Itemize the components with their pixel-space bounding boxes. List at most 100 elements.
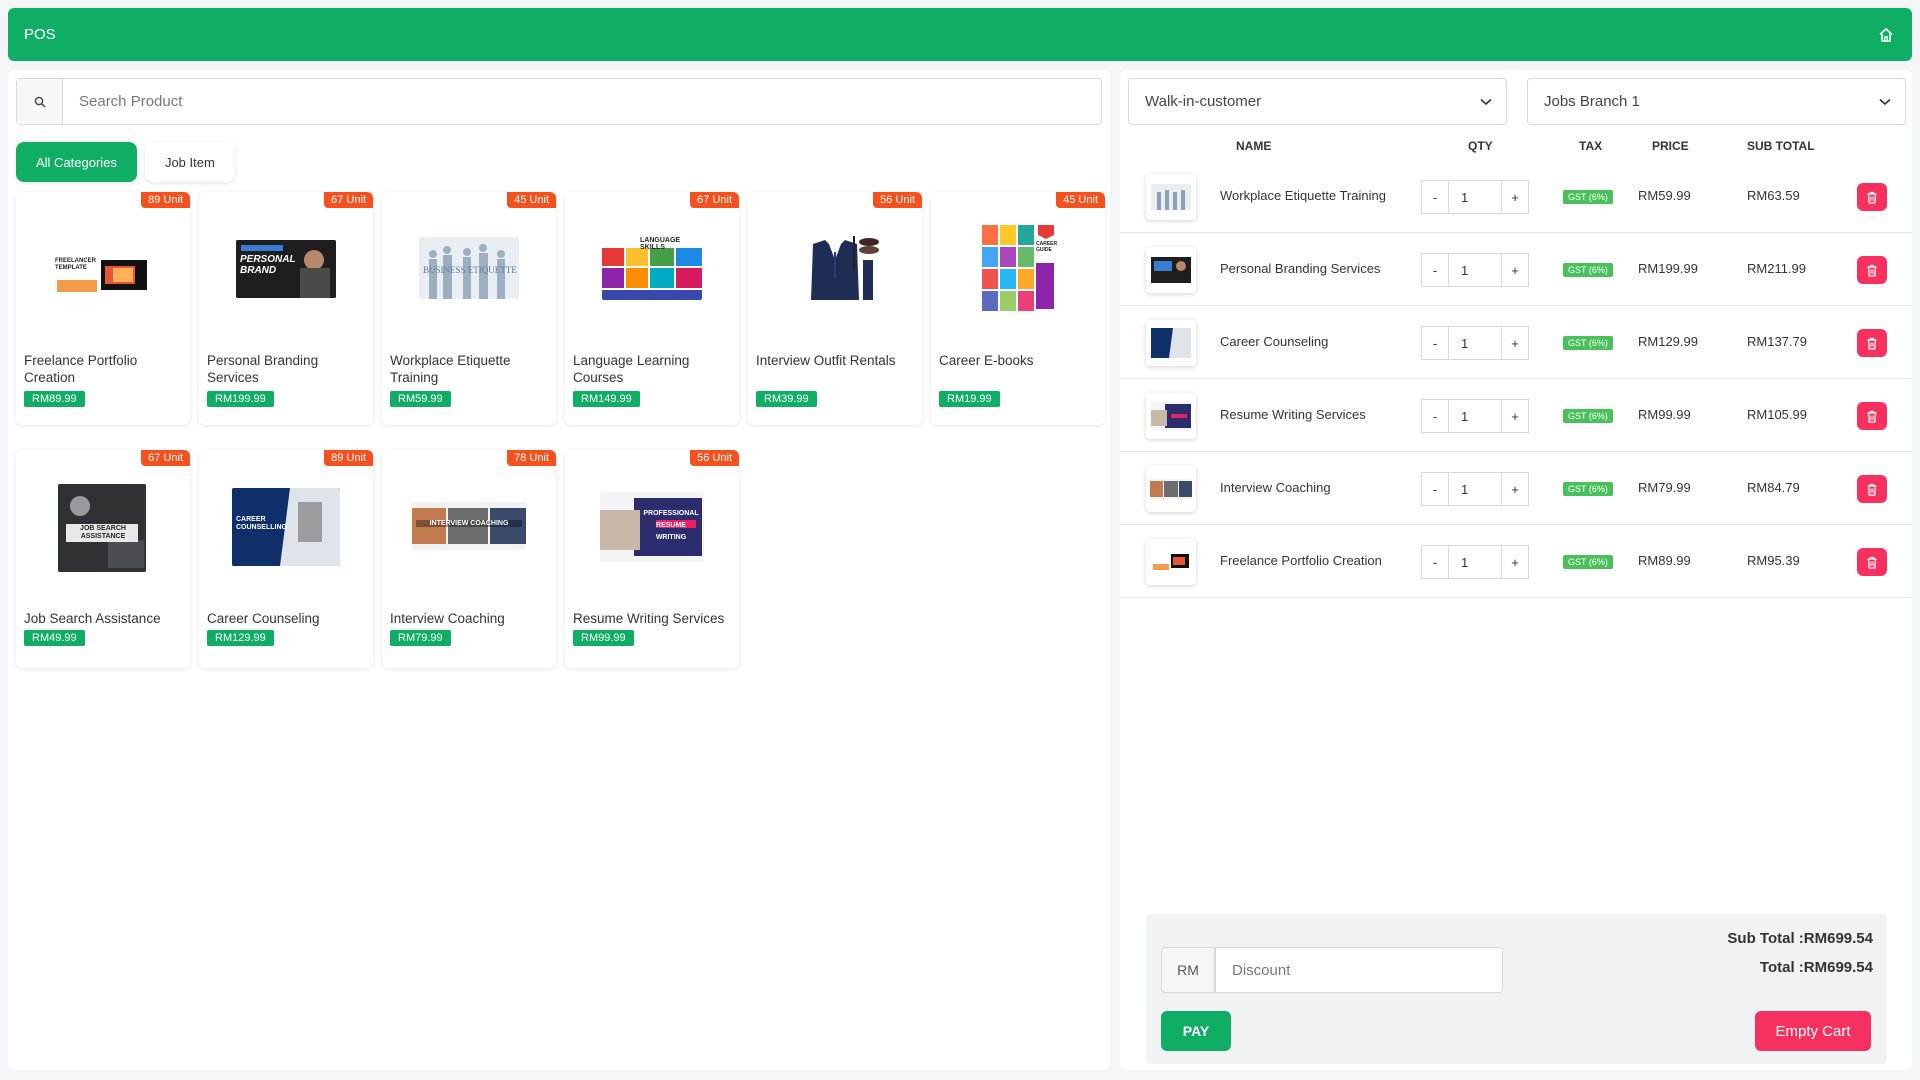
- customer-value: Walk-in-customer: [1145, 93, 1262, 110]
- customer-select[interactable]: Walk-in-customer: [1128, 78, 1507, 125]
- product-card[interactable]: 89 Unit FREELANCER TEMPLATE Freelance Po…: [16, 192, 190, 425]
- trash-icon[interactable]: [1857, 183, 1887, 211]
- category-tabs: All Categories Job Item: [16, 142, 235, 182]
- quantity-input[interactable]: 1: [1449, 545, 1501, 579]
- cart-item-price: RM79.99: [1638, 480, 1691, 495]
- cart-item-thumbnail: [1146, 466, 1196, 512]
- product-price: RM89.99: [24, 391, 85, 407]
- quantity-input[interactable]: 1: [1449, 472, 1501, 506]
- product-card[interactable]: 89 Unit CAREER COUNSELLING Career Counse…: [199, 450, 373, 668]
- search-bar: [16, 78, 1102, 125]
- thumbnail-text: PERSONAL BRAND: [240, 254, 296, 276]
- header-name: NAME: [1236, 139, 1272, 153]
- product-thumbnail: LANGUAGE SKILLS: [602, 236, 702, 300]
- increase-button[interactable]: +: [1501, 326, 1529, 360]
- product-thumbnail: BUSINESS ETIQUETTE: [419, 237, 519, 299]
- thumbnail-text: CAREER COUNSELLING: [236, 516, 287, 531]
- increase-button[interactable]: +: [1501, 180, 1529, 214]
- home-icon[interactable]: [1876, 25, 1896, 45]
- category-all[interactable]: All Categories: [16, 142, 137, 182]
- quantity-input[interactable]: 1: [1449, 399, 1501, 433]
- decrease-button[interactable]: -: [1421, 253, 1449, 287]
- branch-select[interactable]: Jobs Branch 1: [1527, 78, 1906, 125]
- quantity-input[interactable]: 1: [1449, 253, 1501, 287]
- quantity-stepper: - 1 +: [1421, 545, 1529, 579]
- header-qty: QTY: [1468, 139, 1493, 153]
- product-card[interactable]: 67 Unit JOB SEARCH ASSISTANCE Job Search…: [16, 450, 190, 668]
- cart-item-name: Career Counseling: [1220, 334, 1329, 349]
- increase-button[interactable]: +: [1501, 399, 1529, 433]
- thumbnail-text: INTERVIEW COACHING: [416, 520, 522, 527]
- cart-item-price: RM99.99: [1638, 407, 1691, 422]
- category-job-item[interactable]: Job Item: [144, 142, 235, 182]
- stock-badge: 56 Unit: [873, 192, 922, 208]
- trash-icon[interactable]: [1857, 256, 1887, 284]
- decrease-button[interactable]: -: [1421, 326, 1449, 360]
- product-name: Personal Branding Services: [207, 353, 319, 385]
- product-thumbnail: [785, 230, 885, 306]
- product-card[interactable]: 56 Unit Interview Outfit Rentals RM39.99: [748, 192, 922, 425]
- pay-button[interactable]: PAY: [1161, 1011, 1231, 1051]
- thumbnail-text: PROFESSIONAL RESUME WRITING: [643, 510, 699, 541]
- product-panel: All Categories Job Item 89 Unit FREELANC…: [8, 70, 1110, 1070]
- quantity-input[interactable]: 1: [1449, 326, 1501, 360]
- empty-cart-button[interactable]: Empty Cart: [1755, 1011, 1871, 1051]
- quantity-stepper: - 1 +: [1421, 399, 1529, 433]
- decrease-button[interactable]: -: [1421, 545, 1449, 579]
- stock-badge: 89 Unit: [324, 450, 373, 466]
- quantity-stepper: - 1 +: [1421, 472, 1529, 506]
- cart-item-thumbnail: [1146, 393, 1196, 439]
- cart-item-subtotal: RM63.59: [1747, 188, 1800, 203]
- stock-badge: 78 Unit: [507, 450, 556, 466]
- stock-badge: 67 Unit: [324, 192, 373, 208]
- quantity-stepper: - 1 +: [1421, 180, 1529, 214]
- tax-badge: GST (6%): [1563, 555, 1613, 569]
- header-price: PRICE: [1652, 139, 1689, 153]
- search-icon[interactable]: [17, 79, 63, 124]
- decrease-button[interactable]: -: [1421, 399, 1449, 433]
- product-name: Resume Writing Services: [573, 611, 725, 626]
- cart-item-subtotal: RM211.99: [1747, 261, 1807, 276]
- cart-item-name: Resume Writing Services: [1220, 407, 1366, 422]
- trash-icon[interactable]: [1857, 402, 1887, 430]
- product-name: Interview Outfit Rentals: [756, 353, 896, 368]
- header-tax: TAX: [1579, 139, 1603, 153]
- product-card[interactable]: 78 Unit INTERVIEW COACHING Interview Coa…: [382, 450, 556, 668]
- product-card[interactable]: 45 Unit CAREER GUIDE Career E-books RM19…: [931, 192, 1105, 425]
- cart-item-subtotal: RM84.79: [1747, 480, 1800, 495]
- quantity-input[interactable]: 1: [1449, 180, 1501, 214]
- decrease-button[interactable]: -: [1421, 472, 1449, 506]
- product-card[interactable]: 45 Unit BUSINESS ETIQUETTE Workplace Eti…: [382, 192, 556, 425]
- product-card[interactable]: 67 Unit PERSONAL BRAND Personal Branding…: [199, 192, 373, 425]
- chevron-down-icon: [1879, 93, 1891, 110]
- stock-badge: 89 Unit: [141, 192, 190, 208]
- cart-item-thumbnail: [1146, 247, 1196, 293]
- trash-icon[interactable]: [1857, 475, 1887, 503]
- product-price: RM79.99: [390, 630, 451, 646]
- cart-item-subtotal: RM95.39: [1747, 553, 1800, 568]
- search-input[interactable]: [63, 79, 1101, 124]
- trash-icon[interactable]: [1857, 548, 1887, 576]
- product-thumbnail: FREELANCER TEMPLATE: [53, 240, 153, 310]
- cart-item-price: RM59.99: [1638, 188, 1691, 203]
- cart-panel: Walk-in-customer Jobs Branch 1 NAME QTY …: [1120, 70, 1912, 1070]
- increase-button[interactable]: +: [1501, 253, 1529, 287]
- increase-button[interactable]: +: [1501, 545, 1529, 579]
- app-title: POS: [24, 26, 56, 43]
- thumbnail-text: JOB SEARCH ASSISTANCE: [80, 525, 126, 540]
- increase-button[interactable]: +: [1501, 472, 1529, 506]
- decrease-button[interactable]: -: [1421, 180, 1449, 214]
- product-thumbnail: INTERVIEW COACHING: [412, 502, 526, 550]
- cart-item-price: RM199.99: [1638, 261, 1698, 276]
- discount-input[interactable]: [1215, 947, 1503, 993]
- top-bar: POS: [8, 8, 1912, 61]
- trash-icon[interactable]: [1857, 329, 1887, 357]
- product-price: RM49.99: [24, 630, 85, 646]
- product-price: RM199.99: [207, 391, 274, 407]
- branch-value: Jobs Branch 1: [1544, 93, 1640, 110]
- stock-badge: 45 Unit: [1056, 192, 1105, 208]
- total-text: Total :RM699.54: [1759, 959, 1873, 976]
- stock-badge: 67 Unit: [690, 192, 739, 208]
- product-card[interactable]: 56 Unit PROFESSIONAL RESUME WRITING Resu…: [565, 450, 739, 668]
- product-card[interactable]: 67 Unit LANGUAGE SKILLS Language Learnin…: [565, 192, 739, 425]
